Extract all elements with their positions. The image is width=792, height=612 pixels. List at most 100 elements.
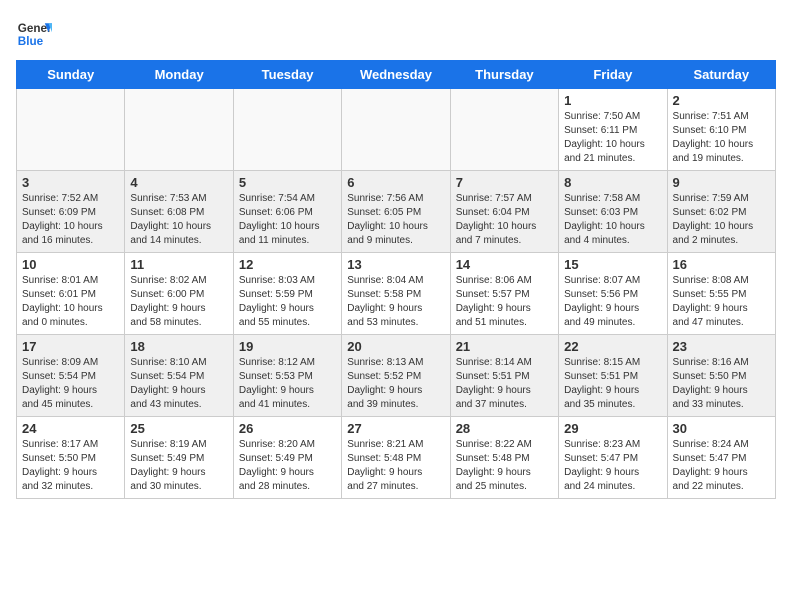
calendar-cell: 30 Sunrise: 8:24 AM Sunset: 5:47 PM Dayli…: [667, 417, 775, 499]
day-number: 23: [673, 339, 770, 354]
calendar-cell: 10 Sunrise: 8:01 AM Sunset: 6:01 PM Dayli…: [17, 253, 125, 335]
cell-info: Sunrise: 8:16 AM Sunset: 5:50 PM Dayligh…: [673, 356, 770, 412]
weekday-header-saturday: Saturday: [667, 61, 775, 89]
calendar-table: SundayMondayTuesdayWednesdayThursdayFrid…: [16, 60, 776, 499]
day-number: 30: [673, 421, 770, 436]
day-number: 19: [239, 339, 336, 354]
day-number: 6: [347, 175, 444, 190]
calendar-cell: 18Sunrise: 8:10 AM Sunset: 5:54 PM Dayli…: [125, 335, 233, 417]
day-number: 10: [22, 257, 119, 272]
cell-info: Sunrise: 8:23 AM Sunset: 5:47 PM Dayligh…: [564, 438, 661, 494]
cell-info: Sunrise: 8:21 AM Sunset: 5:48 PM Dayligh…: [347, 438, 444, 494]
calendar-cell: 2 Sunrise: 7:51 AM Sunset: 6:10 PM Daylig…: [667, 89, 775, 171]
calendar-cell: 24 Sunrise: 8:17 AM Sunset: 5:50 PM Dayli…: [17, 417, 125, 499]
calendar-cell: 19 Sunrise: 8:12 AM Sunset: 5:53 PM Dayli…: [233, 335, 341, 417]
calendar-row-4: 24 Sunrise: 8:17 AM Sunset: 5:50 PM Dayli…: [17, 417, 776, 499]
cell-info: Sunrise: 7:52 AM Sunset: 6:09 PM Dayligh…: [22, 192, 119, 248]
cell-info: Sunrise: 8:12 AM Sunset: 5:53 PM Dayligh…: [239, 356, 336, 412]
day-number: 26: [239, 421, 336, 436]
calendar-cell: 9Sunrise: 7:59 AM Sunset: 6:02 PM Daylig…: [667, 171, 775, 253]
day-number: 16: [673, 257, 770, 272]
cell-info: Sunrise: 8:24 AM Sunset: 5:47 PM Dayligh…: [673, 438, 770, 494]
calendar-cell: 5 Sunrise: 7:54 AM Sunset: 6:06 PM Daylig…: [233, 171, 341, 253]
cell-info: Sunrise: 8:06 AM Sunset: 5:57 PM Dayligh…: [456, 274, 553, 330]
weekday-header-row: SundayMondayTuesdayWednesdayThursdayFrid…: [17, 61, 776, 89]
cell-info: Sunrise: 8:09 AM Sunset: 5:54 PM Dayligh…: [22, 356, 119, 412]
weekday-header-friday: Friday: [559, 61, 667, 89]
day-number: 17: [22, 339, 119, 354]
calendar-cell: 16 Sunrise: 8:08 AM Sunset: 5:55 PM Dayli…: [667, 253, 775, 335]
day-number: 27: [347, 421, 444, 436]
day-number: 20: [347, 339, 444, 354]
cell-info: Sunrise: 7:58 AM Sunset: 6:03 PM Dayligh…: [564, 192, 661, 248]
calendar-cell: 21 Sunrise: 8:14 AM Sunset: 5:51 PM Dayli…: [450, 335, 558, 417]
calendar-cell: [125, 89, 233, 171]
calendar-cell: 27 Sunrise: 8:21 AM Sunset: 5:48 PM Dayli…: [342, 417, 450, 499]
cell-info: Sunrise: 8:02 AM Sunset: 6:00 PM Dayligh…: [130, 274, 227, 330]
cell-info: Sunrise: 8:03 AM Sunset: 5:59 PM Dayligh…: [239, 274, 336, 330]
cell-info: Sunrise: 7:56 AM Sunset: 6:05 PM Dayligh…: [347, 192, 444, 248]
calendar-cell: [233, 89, 341, 171]
day-number: 25: [130, 421, 227, 436]
weekday-header-sunday: Sunday: [17, 61, 125, 89]
day-number: 29: [564, 421, 661, 436]
calendar-cell: [342, 89, 450, 171]
calendar-cell: 1Sunrise: 7:50 AM Sunset: 6:11 PM Daylig…: [559, 89, 667, 171]
cell-info: Sunrise: 7:57 AM Sunset: 6:04 PM Dayligh…: [456, 192, 553, 248]
cell-info: Sunrise: 8:08 AM Sunset: 5:55 PM Dayligh…: [673, 274, 770, 330]
day-number: 5: [239, 175, 336, 190]
page-header: General Blue: [16, 16, 776, 52]
logo: General Blue: [16, 16, 52, 52]
calendar-cell: 11 Sunrise: 8:02 AM Sunset: 6:00 PM Dayli…: [125, 253, 233, 335]
calendar-cell: 13 Sunrise: 8:04 AM Sunset: 5:58 PM Dayli…: [342, 253, 450, 335]
calendar-cell: 28Sunrise: 8:22 AM Sunset: 5:48 PM Dayli…: [450, 417, 558, 499]
logo-icon: General Blue: [16, 16, 52, 52]
day-number: 28: [456, 421, 553, 436]
cell-info: Sunrise: 8:10 AM Sunset: 5:54 PM Dayligh…: [130, 356, 227, 412]
calendar-row-2: 10 Sunrise: 8:01 AM Sunset: 6:01 PM Dayli…: [17, 253, 776, 335]
cell-info: Sunrise: 7:51 AM Sunset: 6:10 PM Dayligh…: [673, 110, 770, 166]
day-number: 7: [456, 175, 553, 190]
cell-info: Sunrise: 8:04 AM Sunset: 5:58 PM Dayligh…: [347, 274, 444, 330]
calendar-row-1: 3 Sunrise: 7:52 AM Sunset: 6:09 PM Daylig…: [17, 171, 776, 253]
cell-info: Sunrise: 8:17 AM Sunset: 5:50 PM Dayligh…: [22, 438, 119, 494]
calendar-cell: 22Sunrise: 8:15 AM Sunset: 5:51 PM Dayli…: [559, 335, 667, 417]
cell-info: Sunrise: 7:54 AM Sunset: 6:06 PM Dayligh…: [239, 192, 336, 248]
day-number: 11: [130, 257, 227, 272]
cell-info: Sunrise: 7:53 AM Sunset: 6:08 PM Dayligh…: [130, 192, 227, 248]
day-number: 13: [347, 257, 444, 272]
day-number: 22: [564, 339, 661, 354]
svg-text:Blue: Blue: [18, 35, 44, 48]
cell-info: Sunrise: 7:59 AM Sunset: 6:02 PM Dayligh…: [673, 192, 770, 248]
day-number: 12: [239, 257, 336, 272]
cell-info: Sunrise: 8:19 AM Sunset: 5:49 PM Dayligh…: [130, 438, 227, 494]
day-number: 2: [673, 93, 770, 108]
weekday-header-thursday: Thursday: [450, 61, 558, 89]
calendar-cell: 29 Sunrise: 8:23 AM Sunset: 5:47 PM Dayli…: [559, 417, 667, 499]
calendar-row-3: 17 Sunrise: 8:09 AM Sunset: 5:54 PM Dayli…: [17, 335, 776, 417]
day-number: 24: [22, 421, 119, 436]
day-number: 3: [22, 175, 119, 190]
day-number: 21: [456, 339, 553, 354]
calendar-row-0: 1Sunrise: 7:50 AM Sunset: 6:11 PM Daylig…: [17, 89, 776, 171]
calendar-cell: 17 Sunrise: 8:09 AM Sunset: 5:54 PM Dayli…: [17, 335, 125, 417]
calendar-cell: 12 Sunrise: 8:03 AM Sunset: 5:59 PM Dayli…: [233, 253, 341, 335]
cell-info: Sunrise: 8:01 AM Sunset: 6:01 PM Dayligh…: [22, 274, 119, 330]
calendar-cell: 23 Sunrise: 8:16 AM Sunset: 5:50 PM Dayli…: [667, 335, 775, 417]
calendar-cell: 8 Sunrise: 7:58 AM Sunset: 6:03 PM Daylig…: [559, 171, 667, 253]
calendar-cell: 6 Sunrise: 7:56 AM Sunset: 6:05 PM Daylig…: [342, 171, 450, 253]
weekday-header-tuesday: Tuesday: [233, 61, 341, 89]
weekday-header-wednesday: Wednesday: [342, 61, 450, 89]
day-number: 4: [130, 175, 227, 190]
day-number: 15: [564, 257, 661, 272]
calendar-cell: 14Sunrise: 8:06 AM Sunset: 5:57 PM Dayli…: [450, 253, 558, 335]
day-number: 1: [564, 93, 661, 108]
calendar-cell: 4 Sunrise: 7:53 AM Sunset: 6:08 PM Daylig…: [125, 171, 233, 253]
calendar-cell: 25 Sunrise: 8:19 AM Sunset: 5:49 PM Dayli…: [125, 417, 233, 499]
cell-info: Sunrise: 8:14 AM Sunset: 5:51 PM Dayligh…: [456, 356, 553, 412]
cell-info: Sunrise: 8:07 AM Sunset: 5:56 PM Dayligh…: [564, 274, 661, 330]
day-number: 8: [564, 175, 661, 190]
calendar-cell: 15 Sunrise: 8:07 AM Sunset: 5:56 PM Dayli…: [559, 253, 667, 335]
calendar-cell: [450, 89, 558, 171]
cell-info: Sunrise: 8:20 AM Sunset: 5:49 PM Dayligh…: [239, 438, 336, 494]
